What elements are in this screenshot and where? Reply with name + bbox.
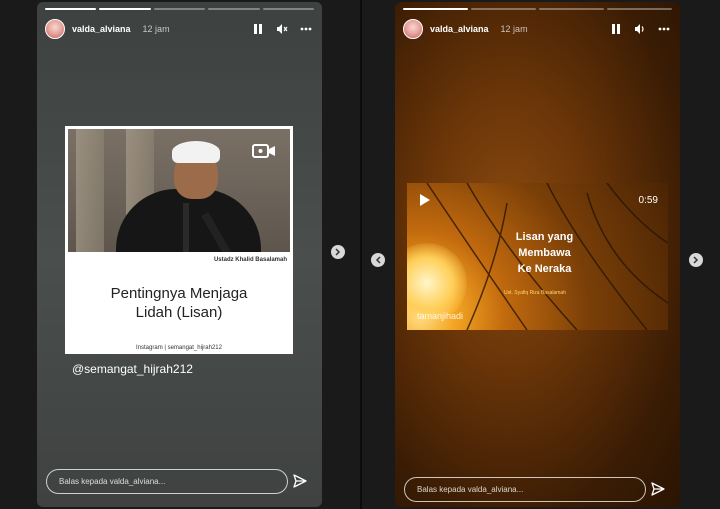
progress-bar <box>45 8 315 10</box>
pause-icon[interactable] <box>610 23 622 35</box>
username[interactable]: valda_alviana <box>72 24 131 34</box>
send-icon[interactable] <box>650 481 666 497</box>
progress-segment <box>208 8 260 10</box>
progress-bar <box>403 8 672 10</box>
pause-icon[interactable] <box>252 23 264 35</box>
avatar[interactable] <box>403 19 423 39</box>
post-time: 12 jam <box>500 24 528 34</box>
speaker-name: Ustadz Khalid Basalamah <box>213 257 287 263</box>
mute-icon[interactable] <box>276 23 288 35</box>
story-viewer-1[interactable]: valda_alviana 12 jam Ustadz Khalid Basal… <box>37 2 322 507</box>
screen-divider <box>360 0 362 509</box>
more-options-icon[interactable] <box>300 23 312 35</box>
video-camera-icon <box>252 144 275 158</box>
mention-sticker[interactable]: @semangat_hijrah212 <box>72 362 193 376</box>
story-header: valda_alviana 12 jam <box>45 17 312 41</box>
progress-segment <box>403 8 468 10</box>
post-time: 12 jam <box>142 24 170 34</box>
video-subtitle: Ust. Syafiq Riza Basalamah <box>504 290 566 296</box>
progress-segment <box>45 8 97 10</box>
post-title: Pentingnya Menjaga Lidah (Lisan) <box>110 285 248 321</box>
story-header: valda_alviana 12 jam <box>403 17 670 41</box>
story-viewer-2[interactable]: valda_alviana 12 jam 0:59 Lisan yang Mem… <box>395 2 680 507</box>
video-duration: 0:59 <box>638 195 658 206</box>
reply-input[interactable]: Balas kepada valda_alviana... <box>46 469 288 494</box>
shared-video[interactable]: 0:59 Lisan yang Membawa Ke Neraka Ust. S… <box>407 183 668 330</box>
video-title: Lisan yang Membawa Ke Neraka <box>515 231 574 275</box>
speaker-photo <box>68 129 290 252</box>
previous-story-button[interactable] <box>371 253 385 267</box>
video-watermark: tamanjihadi <box>417 311 464 321</box>
play-icon[interactable] <box>419 193 431 207</box>
progress-segment <box>607 8 672 10</box>
progress-segment <box>153 8 206 10</box>
progress-segment <box>471 8 536 10</box>
send-icon[interactable] <box>292 473 308 489</box>
progress-segment <box>262 8 315 10</box>
reply-input[interactable]: Balas kepada valda_alviana... <box>404 477 646 502</box>
next-story-button[interactable] <box>689 253 703 267</box>
volume-icon[interactable] <box>634 23 646 35</box>
more-options-icon[interactable] <box>658 23 670 35</box>
shared-post-card[interactable]: Ustadz Khalid Basalamah Pentingnya Menja… <box>65 126 293 354</box>
username[interactable]: valda_alviana <box>430 24 489 34</box>
next-story-button[interactable] <box>331 245 345 259</box>
progress-segment <box>99 8 151 10</box>
progress-segment <box>539 8 604 10</box>
instagram-credit: Instagram | semangat_hijrah212 <box>136 345 222 351</box>
avatar[interactable] <box>45 19 65 39</box>
